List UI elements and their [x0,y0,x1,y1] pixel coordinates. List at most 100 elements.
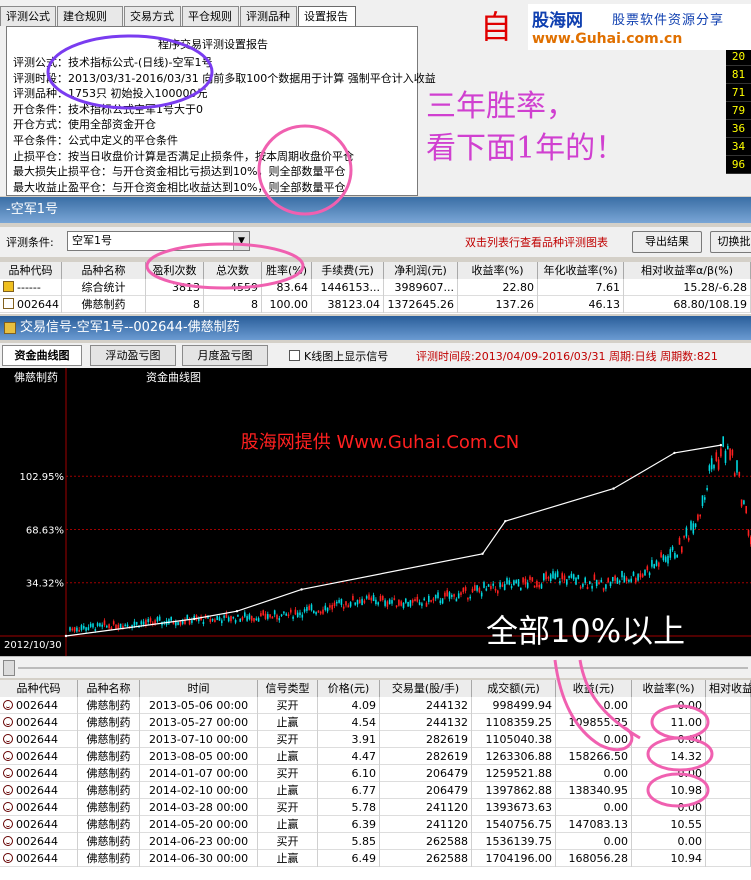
column-header[interactable]: 总次数 [204,262,262,279]
table-cell: 1105040.38 [472,731,556,748]
tab-4[interactable]: 评测品种 [240,6,297,26]
column-header[interactable]: 盈利次数 [146,262,204,279]
candle-body [285,613,287,616]
candle-body [543,573,545,581]
scroll-thumb[interactable] [3,660,15,676]
column-header[interactable]: 信号类型 [258,680,318,697]
annotation-all-above: 全部10%以上 [486,612,686,650]
candle-body [85,627,87,631]
candle-body [448,592,451,599]
candle-body [221,620,223,624]
column-header[interactable]: 成交额(元) [472,680,556,697]
candle-body [729,448,731,460]
table-cell: 1540756.75 [472,816,556,833]
tab-3[interactable]: 平仓规则 [182,6,239,26]
chart-scrollbar[interactable] [0,656,751,678]
candle-body [188,620,191,625]
column-header[interactable]: 价格(元) [318,680,380,697]
candle-body [329,605,331,608]
tab-floating-pnl[interactable]: 浮动盈亏图 [90,345,176,366]
candle-body [301,614,304,618]
table-row[interactable]: 002644 佛慈制药 2014-01-07 00:00 买开 6.10 206479 12… [0,765,751,782]
column-header[interactable]: 胜率(%) [262,262,312,279]
cell-text: 002644 [16,699,58,712]
candle-body [306,606,308,611]
export-button[interactable]: 导出结果 [632,231,702,253]
candle-body [556,571,559,578]
candle-body [637,574,639,581]
table-cell: 100.00 [262,296,312,313]
table-row[interactable]: 002644 佛慈制药 2014-06-30 00:00 止赢 6.49 262588 17… [0,850,751,867]
table-row[interactable]: 002644 佛慈制药 2013-08-05 00:00 止赢 4.47 282619 12… [0,748,751,765]
column-header[interactable]: 净利润(元) [384,262,458,279]
table-cell: 0.00 [556,833,632,850]
candle-body [324,605,327,610]
candle-body [264,613,267,619]
column-header[interactable]: 品种代码 [0,262,62,279]
candle-body [605,584,607,589]
column-header[interactable]: 相对收益率α/β(%) [624,262,751,279]
candle-body [552,571,554,579]
switch-button[interactable]: 切换批 [710,231,751,253]
column-header[interactable]: 品种名称 [62,262,146,279]
table-row[interactable]: ------ 综合统计 3813 4559 83.64 1446153... 3989607… [0,279,751,296]
candle-body [713,464,715,469]
table-row[interactable]: 002644 佛慈制药 2013-05-27 00:00 止赢 4.54 244132 11… [0,714,751,731]
candle-body [202,621,205,624]
column-header[interactable]: 手续费(元) [312,262,384,279]
column-header[interactable]: 交易量(股/手) [380,680,472,697]
candle-body [308,605,310,611]
scroll-track[interactable] [18,667,748,669]
side-number-strip: 20 81 71 79 36 34 96 [726,48,751,174]
table-row[interactable]: 002644 佛慈制药 8 8 100.00 38123.04 1372645.26 137.… [0,296,751,313]
tab-1[interactable]: 建仓规则 [57,6,123,26]
table-row[interactable]: 002644 佛慈制药 2014-02-10 00:00 止赢 6.77 206479 13… [0,782,751,799]
chevron-down-icon[interactable]: ▼ [233,232,249,250]
candle-body [623,575,626,583]
candle-body [234,620,237,623]
column-header[interactable]: 收益率(%) [632,680,706,697]
condition-select[interactable]: 空军1号 ▼ [67,231,250,251]
table-cell: 止赢 [258,816,318,833]
candle-body [322,609,324,614]
tab-monthly-pnl[interactable]: 月度盈亏图 [182,345,268,366]
column-header[interactable]: 品种代码 [0,680,78,697]
table-row[interactable]: 002644 佛慈制药 2014-05-20 00:00 止赢 6.39 241120 15… [0,816,751,833]
table-row[interactable]: 002644 佛慈制药 2013-07-10 00:00 买开 3.91 282619 11… [0,731,751,748]
stat-table: 品种代码 品种名称 盈利次数 总次数 胜率(%) 手续费(元) 净利润(元) 收益率(%) 年化… [0,262,751,314]
table-cell: 147083.13 [556,816,632,833]
column-header[interactable]: 时间 [140,680,258,697]
candle-body [451,595,453,597]
candle-body [255,618,258,621]
show-signals-checkbox[interactable] [289,350,300,361]
table-row[interactable]: 002644 佛慈制药 2014-06-23 00:00 买开 5.85 262588 15… [0,833,751,850]
column-header[interactable]: 收益率(%) [458,262,538,279]
candle-body [444,592,446,597]
table-cell: 83.64 [262,279,312,296]
tab-equity-curve[interactable]: 资金曲线图 [2,345,82,366]
candle-body [73,627,76,632]
table-cell: 综合统计 [62,279,146,296]
table-row[interactable]: 002644 佛慈制药 2014-03-28 00:00 买开 5.78 241120 13… [0,799,751,816]
column-header[interactable]: 相对收益 [706,680,751,697]
column-header[interactable]: 收益(元) [556,680,632,697]
candle-body [398,599,400,606]
cell-text: 002644 [16,767,58,780]
tab-2[interactable]: 交易方式 [124,6,181,26]
report-line: 评测公式：技术指标公式-(日线)-空军1号 [13,56,213,69]
column-header[interactable]: 年化收益率(%) [538,262,624,279]
report-line: 止损平仓：按当日收盘价计算是否满足止损条件，按本周期收盘价平仓 [13,149,354,163]
table-cell [706,782,751,799]
dialog-tabs: 评测公式 建仓规则 交易方式 平仓规则 评测品种 设置报告 [0,6,357,26]
candle-body [658,562,660,567]
tab-5[interactable]: 设置报告 [298,6,356,26]
cell-text: 002644 [16,750,58,763]
cell-text: ------ [17,281,41,294]
tab-0[interactable]: 评测公式 [0,6,56,26]
candle-body [319,611,322,614]
table-row[interactable]: 002644 佛慈制药 2013-05-06 00:00 买开 4.09 244132 99… [0,697,751,714]
column-header[interactable]: 品种名称 [78,680,140,697]
table-cell: 262588 [380,850,472,867]
table-cell: 0.00 [632,833,706,850]
candle-body [331,604,333,610]
